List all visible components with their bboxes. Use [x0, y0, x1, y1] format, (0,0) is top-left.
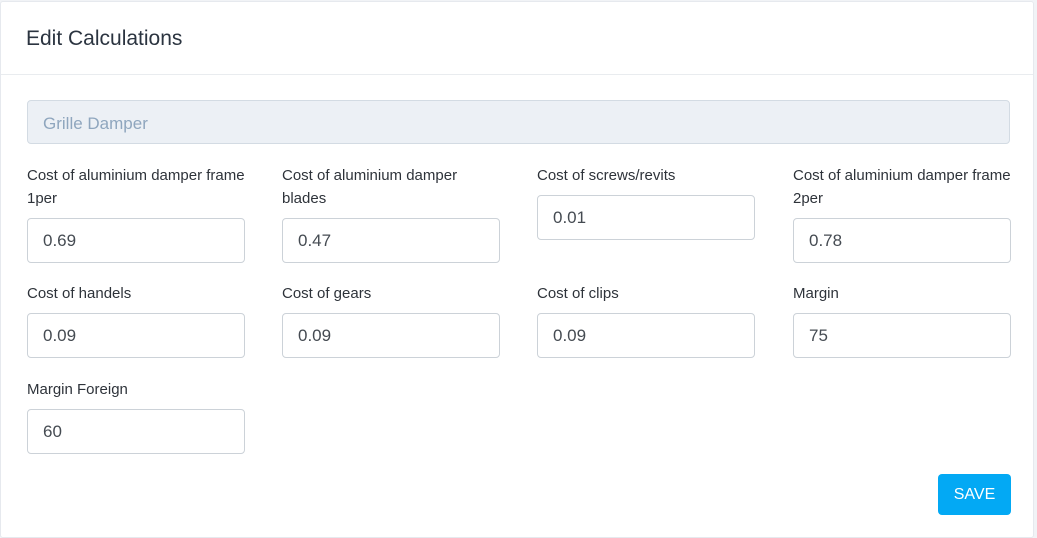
field-frame-1per: Cost of aluminium damper frame 1per	[27, 164, 245, 263]
field-blades: Cost of aluminium damper blades	[282, 164, 500, 263]
blades-input[interactable]	[282, 218, 500, 263]
field-frame-2per: Cost of aluminium damper frame 2per	[793, 164, 1011, 263]
field-handels: Cost of handels	[27, 282, 245, 358]
field-label: Cost of screws/revits	[537, 167, 676, 184]
frame-1per-input[interactable]	[27, 218, 245, 263]
screws-input[interactable]	[537, 195, 755, 240]
margin-input[interactable]	[793, 313, 1011, 358]
card-header: Edit Calculations	[1, 2, 1033, 75]
page-title: Edit Calculations	[26, 27, 183, 50]
field-label: Margin Foreign	[27, 381, 128, 398]
margin-foreign-input[interactable]	[27, 409, 245, 454]
field-label: Cost of clips	[537, 285, 619, 302]
field-margin-foreign: Margin Foreign	[27, 378, 245, 454]
save-button[interactable]: SAVE	[938, 474, 1011, 515]
field-label: Cost of handels	[27, 285, 132, 302]
field-label: Cost of aluminium damper frame 1per	[27, 167, 245, 207]
field-screws: Cost of screws/revits	[537, 164, 755, 240]
field-label: Cost of gears	[282, 285, 372, 302]
product-name-field: Grille Damper	[27, 100, 1010, 144]
field-gears: Cost of gears	[282, 282, 500, 358]
gears-input[interactable]	[282, 313, 500, 358]
field-margin: Margin	[793, 282, 1011, 358]
frame-2per-input[interactable]	[793, 218, 1011, 263]
field-clips: Cost of clips	[537, 282, 755, 358]
field-label: Cost of aluminium damper frame 2per	[793, 167, 1011, 207]
handels-input[interactable]	[27, 313, 245, 358]
field-label: Cost of aluminium damper blades	[282, 167, 458, 207]
field-label: Margin	[793, 285, 839, 302]
edit-calculations-card: Edit Calculations Grille Damper Cost of …	[0, 1, 1034, 538]
clips-input[interactable]	[537, 313, 755, 358]
